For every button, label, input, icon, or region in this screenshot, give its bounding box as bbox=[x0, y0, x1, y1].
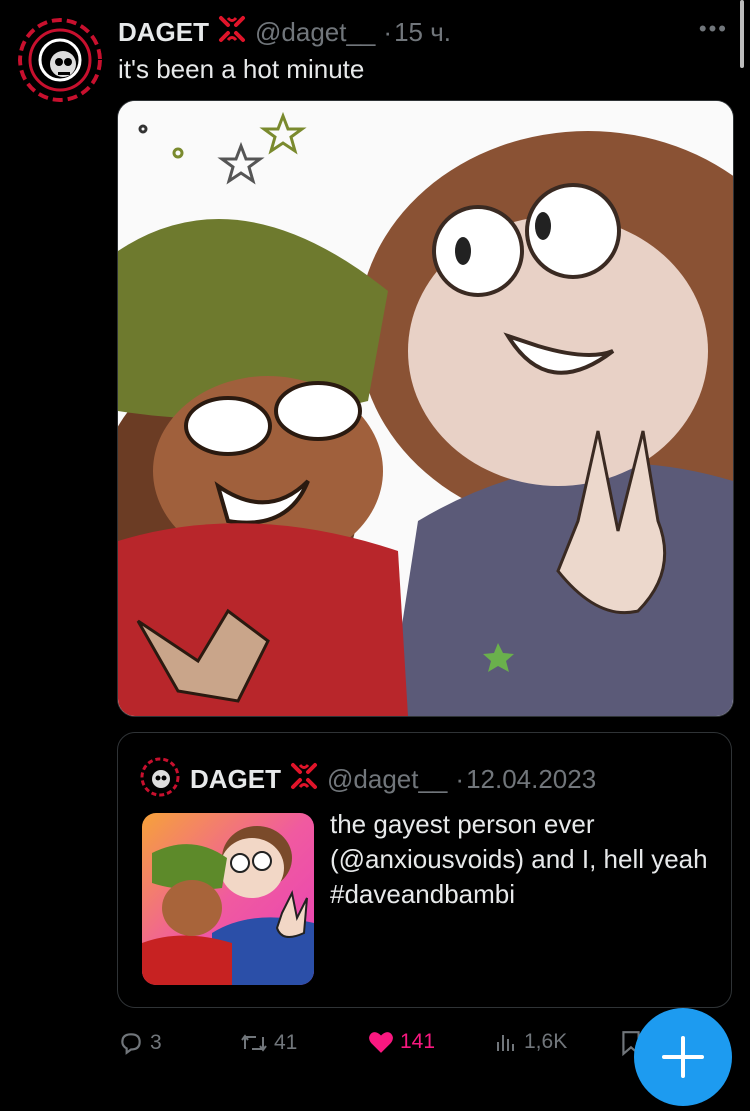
tweet-media-image[interactable] bbox=[117, 100, 734, 717]
compose-button[interactable] bbox=[634, 1008, 732, 1106]
author-name[interactable]: DAGET bbox=[118, 17, 209, 48]
retweet-button[interactable]: 41 bbox=[240, 1030, 297, 1056]
quote-header: DAGET @daget__ · 12.04.2023 bbox=[190, 761, 596, 798]
tweet-text: it's been a hot minute bbox=[118, 54, 365, 84]
anger-badge-icon bbox=[289, 761, 319, 798]
like-button[interactable]: 141 bbox=[368, 1030, 435, 1054]
views-button[interactable]: 1,6K bbox=[494, 1030, 567, 1054]
views-count: 1,6K bbox=[524, 1030, 568, 1053]
views-icon bbox=[497, 1035, 514, 1051]
quote-date: 12.04.2023 bbox=[466, 764, 597, 794]
anger-badge-icon bbox=[217, 14, 247, 51]
quote-media-thumbnail[interactable] bbox=[142, 813, 314, 985]
reply-count: 3 bbox=[150, 1031, 162, 1054]
quote-text: the gayest person ever (@anxiousvoids) a… bbox=[330, 809, 708, 909]
quoted-tweet[interactable]: DAGET @daget__ · 12.04.2023 the gayest p… bbox=[117, 732, 732, 1008]
avatar[interactable] bbox=[18, 18, 102, 102]
like-count: 141 bbox=[400, 1030, 436, 1053]
quote-avatar[interactable] bbox=[140, 757, 180, 797]
reply-icon bbox=[121, 1033, 141, 1055]
separator-dot: · bbox=[455, 764, 465, 794]
author-handle[interactable]: @daget__ bbox=[255, 17, 375, 48]
more-options-icon[interactable]: ••• bbox=[699, 16, 728, 42]
scrollbar[interactable] bbox=[740, 0, 744, 68]
quote-handle: @daget__ bbox=[327, 764, 448, 794]
reply-button[interactable]: 3 bbox=[118, 1030, 162, 1056]
tweet-header: DAGET @daget__ · 15 ч. bbox=[118, 14, 451, 51]
retweet-icon bbox=[241, 1034, 267, 1052]
separator-dot: · bbox=[383, 17, 393, 47]
heart-icon bbox=[369, 1032, 393, 1053]
retweet-count: 41 bbox=[274, 1031, 298, 1054]
post-time[interactable]: 15 ч. bbox=[394, 17, 451, 48]
quote-author-name: DAGET bbox=[190, 764, 281, 794]
compose-plus-icon bbox=[662, 1036, 704, 1078]
